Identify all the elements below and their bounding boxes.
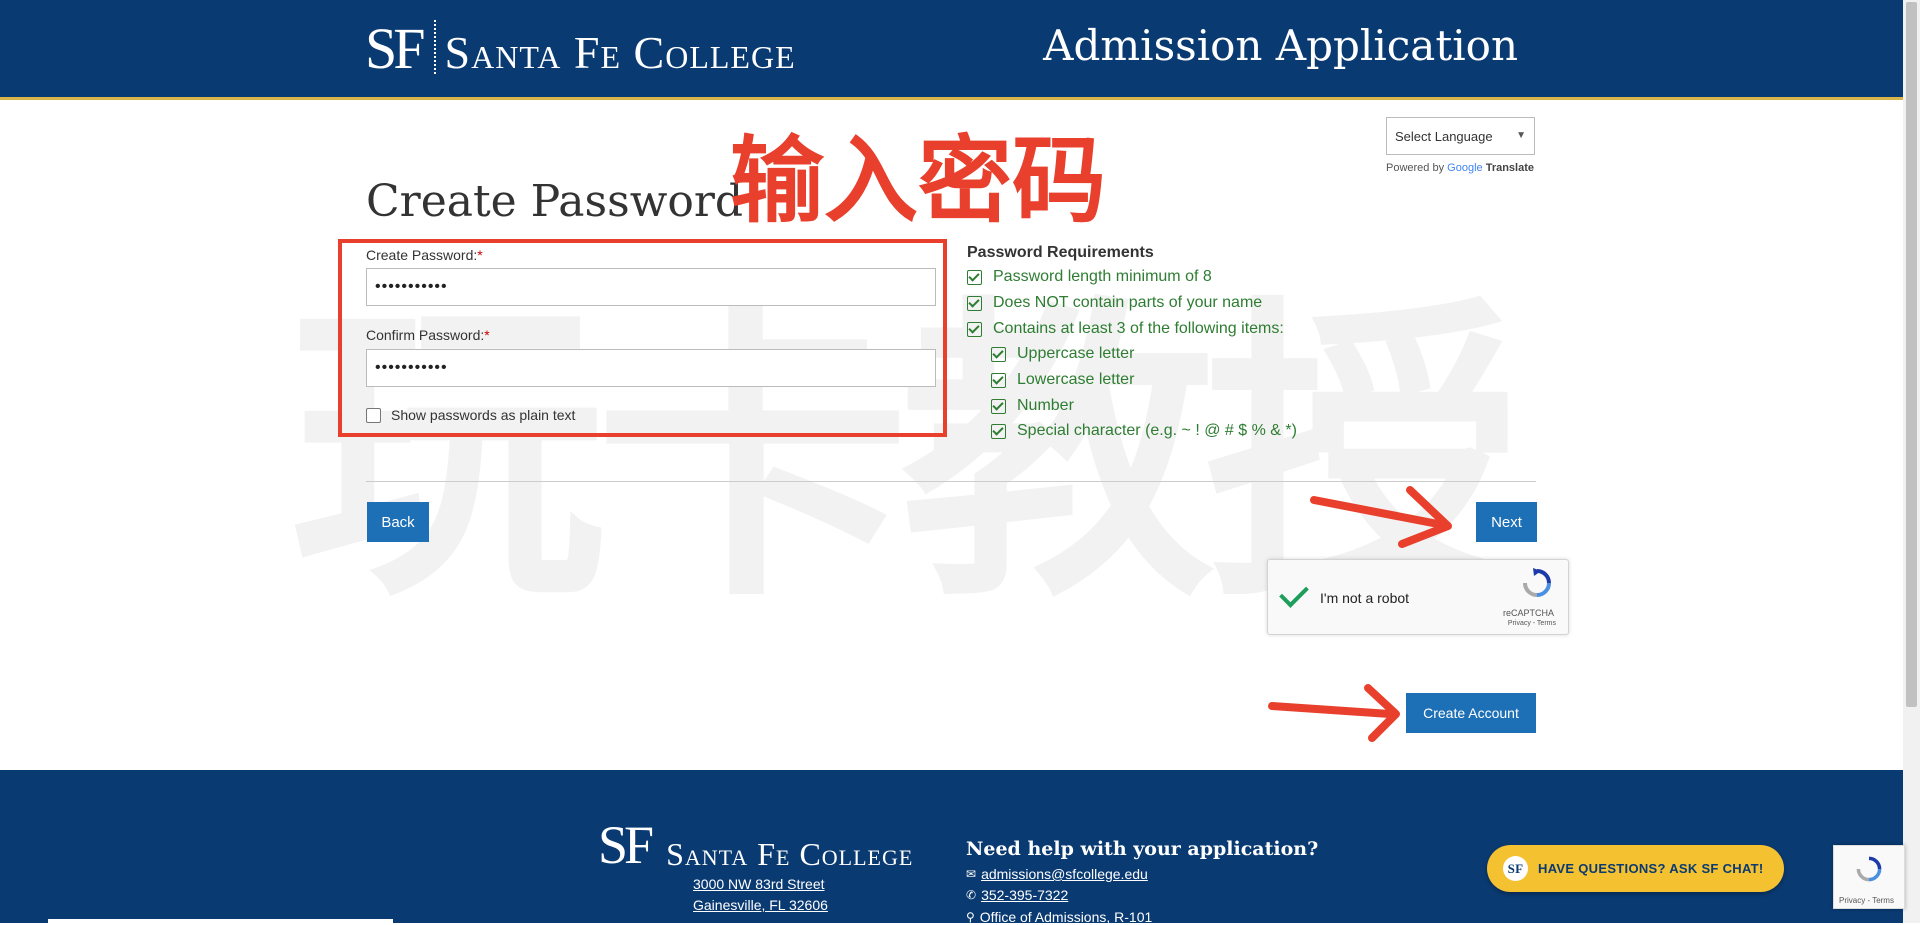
red-arrow-icon [1310, 486, 1452, 548]
check-square-icon [991, 372, 1006, 388]
create-password-label: Create Password:* [366, 247, 483, 263]
show-passwords-label[interactable]: Show passwords as plain text [391, 407, 575, 423]
confirm-password-label-text: Confirm Password: [366, 327, 485, 343]
sf-chat-button[interactable]: SF HAVE QUESTIONS? ASK SF CHAT! [1487, 845, 1784, 892]
red-arrow-icon [1268, 684, 1400, 742]
logo-mark: SF [365, 16, 425, 81]
captcha-brand: reCAPTCHA [1502, 608, 1554, 618]
requirement-item: Number [991, 397, 1074, 415]
envelope-icon: ✉ [966, 867, 977, 881]
captcha-privacy-terms[interactable]: Privacy - Terms [1508, 620, 1556, 627]
page-scrollbar[interactable] [1903, 0, 1920, 923]
requirement-text: Special character (e.g. ~ ! @ # $ % & *) [1017, 422, 1297, 439]
recaptcha-icon [1856, 856, 1882, 882]
translate-text: Translate [1485, 162, 1535, 174]
check-square-icon [967, 269, 982, 285]
site-header: SF Santa Fe College Admission Applicatio… [0, 0, 1903, 100]
language-select-label: Select Language [1395, 128, 1493, 144]
section-divider [366, 481, 1536, 482]
recaptcha-icon [1523, 568, 1551, 597]
page-title: Create Password [366, 176, 744, 227]
footer-logo-mark: SF [598, 815, 654, 875]
requirement-text: Contains at least 3 of the following ite… [993, 320, 1284, 337]
powered-by-text: Powered by [1386, 162, 1445, 174]
requirement-text: Does NOT contain parts of your name [993, 294, 1263, 311]
footer-logo-name: Santa Fe College [666, 836, 914, 872]
captcha-checkmark-icon[interactable] [1279, 578, 1309, 608]
create-account-button[interactable]: Create Account [1406, 693, 1536, 733]
check-square-icon [991, 346, 1006, 362]
footer-phone-link[interactable]: 352-395-7322 [981, 887, 1068, 903]
footer-address-line2[interactable]: Gainesville, FL 32606 [693, 897, 828, 913]
footer-help-title: Need help with your application? [966, 838, 1319, 860]
required-mark: * [477, 247, 483, 263]
next-button[interactable]: Next [1476, 502, 1537, 542]
footer-phone[interactable]: ✆ 352-395-7322 [966, 887, 1068, 903]
requirement-text: Uppercase letter [1017, 345, 1135, 362]
chevron-down-icon: ▼ [1516, 130, 1526, 141]
requirement-text: Lowercase letter [1017, 371, 1135, 388]
requirement-item: Does NOT contain parts of your name [967, 294, 1262, 312]
captcha-label: I'm not a robot [1320, 590, 1410, 606]
check-square-icon [967, 321, 982, 337]
create-password-label-text: Create Password: [366, 247, 478, 263]
requirement-item: Uppercase letter [991, 345, 1134, 363]
password-requirements-title: Password Requirements [967, 244, 1154, 261]
logo-name: Santa Fe College [444, 27, 796, 78]
annotation-enter-password: 输入密码 [730, 128, 1107, 233]
admission-application-title: Admission Application [1043, 21, 1518, 70]
back-button[interactable]: Back [367, 502, 429, 542]
create-password-input[interactable]: ••••••••••• [366, 268, 936, 306]
requirement-text: Password length minimum of 8 [993, 268, 1212, 285]
santa-fe-college-logo[interactable]: SF Santa Fe College [365, 20, 796, 78]
badge-privacy-terms[interactable]: Privacy - Terms [1839, 896, 1894, 905]
footer-email-link[interactable]: admissions@sfcollege.edu [981, 866, 1148, 882]
recaptcha-badge[interactable]: Privacy - Terms [1833, 845, 1905, 909]
requirement-item: Special character (e.g. ~ ! @ # $ % & *) [991, 422, 1297, 440]
footer-address-line1[interactable]: 3000 NW 83rd Street [693, 876, 825, 892]
footer-logo[interactable]: SF Santa Fe College [598, 818, 913, 872]
language-select[interactable]: Select Language ▼ [1386, 117, 1535, 155]
requirement-text: Number [1017, 397, 1074, 414]
recaptcha-widget[interactable]: I'm not a robot reCAPTCHA Privacy - Term… [1267, 559, 1569, 635]
footer-email[interactable]: ✉ admissions@sfcollege.edu [966, 866, 1148, 882]
map-marker-icon: ⚲ [966, 910, 975, 924]
check-square-icon [967, 295, 982, 311]
check-square-icon [991, 398, 1006, 414]
show-passwords-checkbox[interactable] [366, 408, 381, 423]
google-logo-text[interactable]: Google [1447, 162, 1482, 174]
check-square-icon [991, 423, 1006, 439]
logo-separator [433, 20, 436, 74]
bottom-progress-bar [48, 919, 393, 923]
required-mark: * [484, 327, 490, 343]
confirm-password-input[interactable]: ••••••••••• [366, 349, 936, 387]
requirement-item: Password length minimum of 8 [967, 268, 1212, 286]
confirm-password-label: Confirm Password:* [366, 327, 490, 343]
phone-icon: ✆ [966, 888, 977, 902]
requirement-item: Contains at least 3 of the following ite… [967, 320, 1284, 338]
chat-label: HAVE QUESTIONS? ASK SF CHAT! [1538, 861, 1764, 876]
powered-by-google-translate: Powered by Google Translate [1386, 162, 1534, 174]
chat-avatar: SF [1503, 856, 1528, 881]
scrollbar-thumb[interactable] [1906, 2, 1917, 707]
requirement-item: Lowercase letter [991, 371, 1134, 389]
